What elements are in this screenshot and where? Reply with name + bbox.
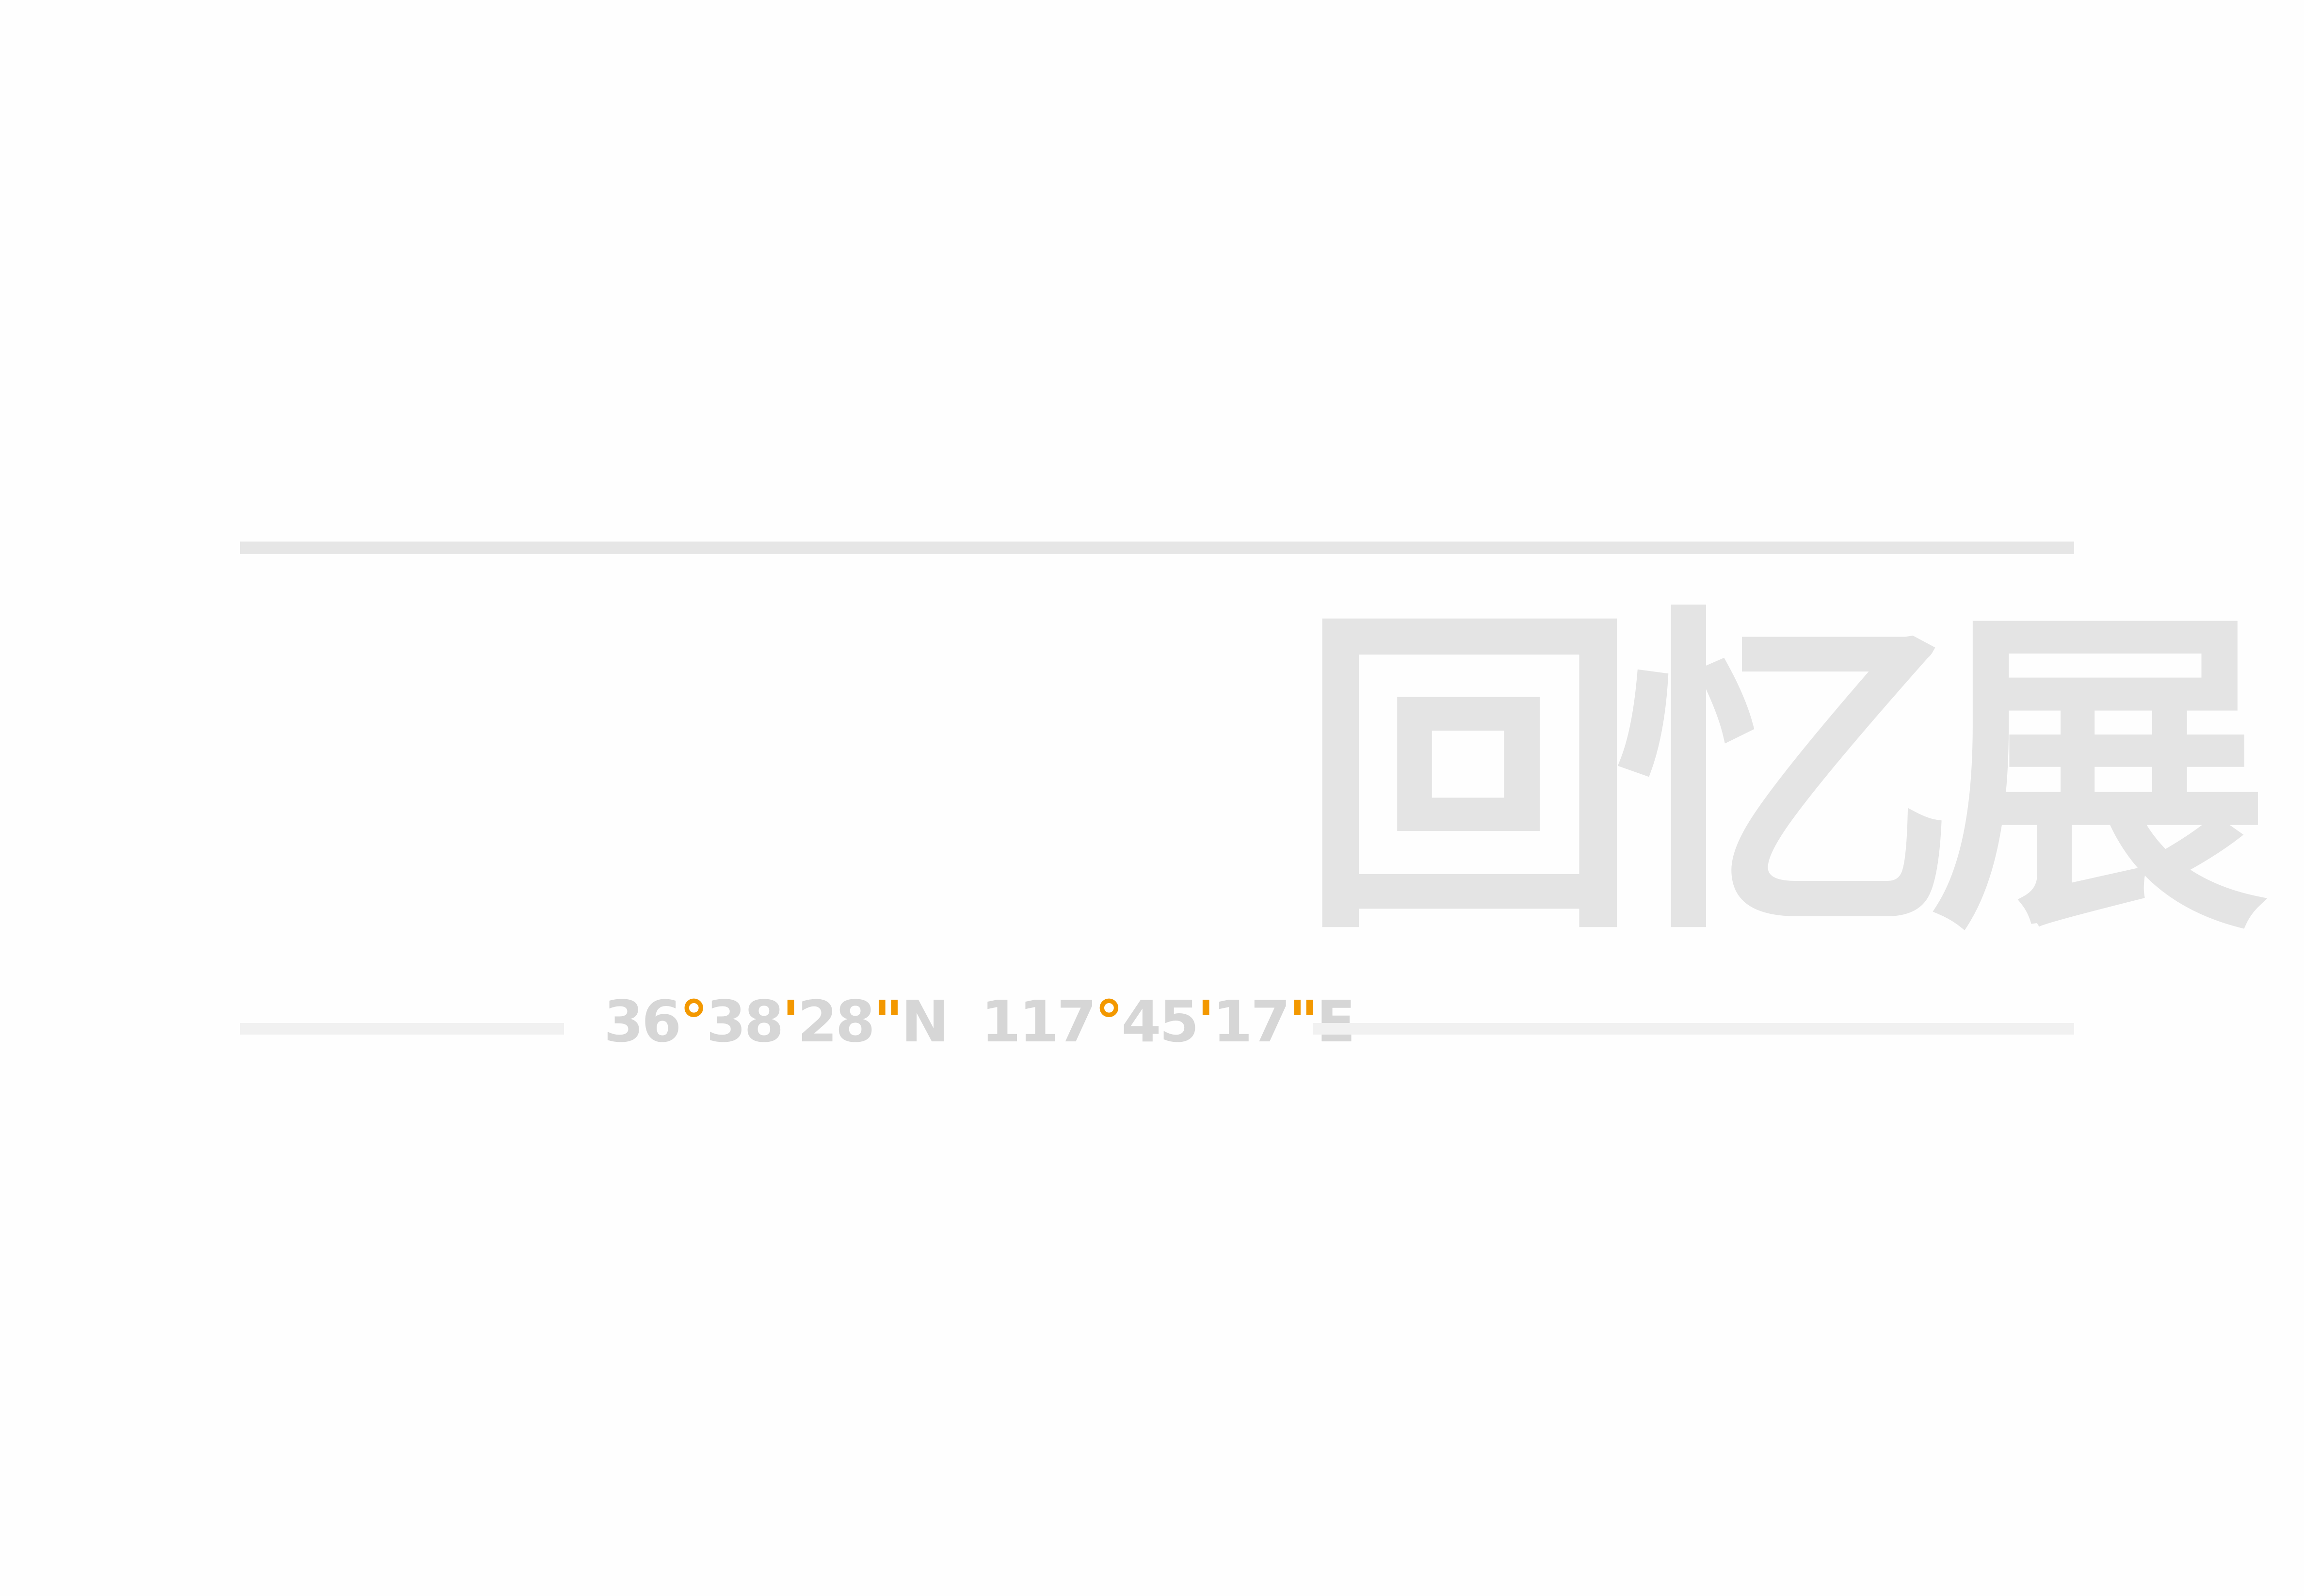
longitude-degrees: 117: [981, 988, 1096, 1055]
longitude-degree-mark: °: [1095, 988, 1123, 1055]
latitude-seconds: 28: [797, 988, 875, 1055]
latitude-hemisphere: N: [901, 988, 949, 1055]
gps-coordinates: 36°38'28"N 117°45'17"E: [604, 988, 1355, 1055]
longitude-hemisphere: E: [1316, 988, 1355, 1055]
latitude-degrees: 36: [604, 988, 681, 1055]
latitude-minutes: 38: [706, 988, 784, 1055]
bottom-left-divider: [240, 1023, 564, 1035]
latitude-minute-mark: ': [782, 988, 799, 1055]
latitude-second-mark: ": [873, 988, 903, 1055]
bottom-right-divider: [1313, 1023, 2074, 1035]
longitude-seconds: 17: [1212, 988, 1290, 1055]
longitude-minute-mark: ': [1197, 988, 1215, 1055]
page-title: 回忆展: [1300, 580, 2270, 975]
top-divider: [240, 542, 2074, 554]
longitude-second-mark: ": [1288, 988, 1319, 1055]
longitude-minutes: 45: [1121, 988, 1199, 1055]
latitude-degree-mark: °: [679, 988, 708, 1055]
